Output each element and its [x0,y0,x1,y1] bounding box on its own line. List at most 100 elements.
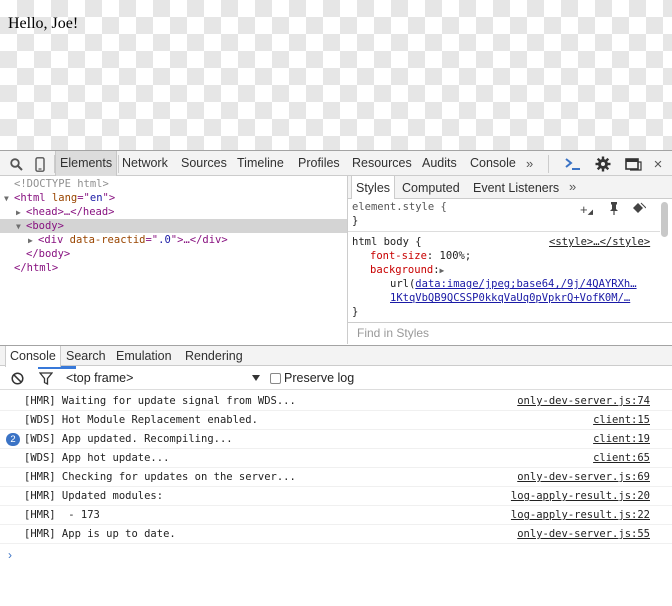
property-value: 100%; [433,250,472,262]
tag-text: "> [102,192,116,204]
console-message: 2 [WDS] App updated. Recompiling... client… [0,430,672,449]
dom-node-head[interactable]: ▶ <head>…</head> [0,205,347,219]
frame-selector[interactable]: <top frame> [66,366,133,390]
attr-name: lang [45,192,78,204]
console-message: [WDS] App hot update... client:65 [0,449,672,468]
tab-timeline[interactable]: Timeline [233,151,288,176]
expand-triangle-icon[interactable]: ▶ [28,234,38,248]
page-viewport: Hello, Joe! [0,0,672,150]
tab-resources[interactable]: Resources [348,151,416,176]
styles-scrollbar[interactable] [660,200,670,320]
console-source-link[interactable]: only-dev-server.js:69 [517,468,650,487]
style-property-font-size[interactable]: font-size: 100%; [370,249,471,263]
styles-tab-bar: Styles Computed Event Listeners » [348,176,672,199]
search-icon[interactable] [8,155,24,173]
expand-triangle-icon[interactable]: ▼ [16,220,26,234]
rule-source-link[interactable]: <style>…</style> [549,235,650,249]
console-source-link[interactable]: client:65 [593,449,650,468]
attr-value: .0 [158,234,171,246]
more-panels-button[interactable]: » [526,151,533,176]
chevron-down-icon[interactable] [252,375,260,381]
tag-text: <head>…</head> [26,206,115,218]
dom-node-body[interactable]: ▼ <body> [0,219,347,233]
scrollbar-thumb[interactable] [661,202,668,237]
drawer-tab-search[interactable]: Search [62,346,110,366]
console-message-text: [WDS] Hot Module Replacement enabled. [24,414,258,426]
console-message: [HMR] Waiting for update signal from WDS… [0,392,672,411]
dom-node-html[interactable]: ▼ <html lang="en"> [0,191,347,205]
tag-text: <html [14,192,46,204]
console-prompt[interactable]: › [8,548,12,562]
find-in-styles-input[interactable] [348,323,648,343]
dock-side-icon[interactable] [624,155,644,173]
dom-node-html-close[interactable]: </html> [0,261,347,275]
tag-text: =" [145,234,159,246]
console-source-link[interactable]: log-apply-result.js:20 [511,487,650,506]
property-name: background [370,264,434,276]
console-source-link[interactable]: only-dev-server.js:55 [517,525,650,544]
repeat-count-badge: 2 [6,433,20,446]
url-prefix: url( [390,278,416,290]
console-message: [HMR] Checking for updates on the server… [0,468,672,487]
dom-node-body-close[interactable]: </body> [0,247,347,261]
data-url-link[interactable]: data:image/jpeg;base64,/9j/4QAYRXh… [415,278,636,290]
console-message: [HMR] - 173 log-apply-result.js:22 [0,506,672,525]
style-property-background[interactable]: background:▶ [370,263,444,277]
tag-text: </body> [26,248,71,260]
console-source-link[interactable]: client:19 [593,430,650,449]
tab-audits[interactable]: Audits [418,151,461,176]
tab-network[interactable]: Network [118,151,172,176]
clear-console-icon[interactable] [9,370,25,386]
console-message-text: [HMR] Checking for updates on the server… [24,471,296,483]
tab-event-listeners[interactable]: Event Listeners [469,176,563,198]
filter-icon[interactable] [38,370,54,386]
dom-node-div[interactable]: ▶ <div data-reactid=".0">…</div> [0,233,347,247]
close-icon[interactable]: × [651,155,665,173]
drawer-tab-rendering[interactable]: Rendering [181,346,247,366]
console-source-link[interactable]: log-apply-result.js:22 [511,506,650,525]
tab-computed[interactable]: Computed [398,176,464,198]
tab-console[interactable]: Console [466,151,520,176]
expand-triangle-icon[interactable]: ▶ [16,206,26,220]
console-message: [WDS] Hot Module Replacement enabled. cli… [0,411,672,430]
element-style-selector: element.style { [352,201,447,213]
preserve-log-label: Preserve log [284,371,355,385]
elements-dom-tree: <!DOCTYPE html> ▼ <html lang="en"> ▶ <head… [0,176,348,369]
attr-value: en [89,192,103,204]
console-message: [HMR] App is up to date. only-dev-server.… [0,525,672,544]
toggle-element-state-icon[interactable] [632,202,647,217]
device-mode-icon[interactable] [32,155,48,173]
tab-styles[interactable]: Styles [351,176,396,199]
console-message-text: [HMR] App is up to date. [24,528,176,540]
devtools: Elements Network Sources Timeline Profil… [0,150,672,606]
gear-icon[interactable] [594,155,612,173]
rule-close-brace: } [352,306,359,318]
pin-icon[interactable] [609,202,619,218]
console-message-text: [WDS] App updated. Recompiling... [24,433,233,445]
drawer-tab-console[interactable]: Console [5,346,61,367]
console-source-link[interactable]: only-dev-server.js:74 [517,392,650,411]
tag-text: ">…</div> [170,234,228,246]
property-name: font-size [370,250,427,262]
rule-selector: html body { [352,236,422,248]
tab-sources[interactable]: Sources [177,151,231,176]
rule-close-brace: } [352,215,359,227]
rule-divider [348,231,660,232]
expand-triangle-icon[interactable]: ▶ [440,266,445,275]
tag-text: <body> [26,220,64,232]
show-console-icon[interactable] [563,155,583,173]
console-message: [HMR] Updated modules: log-apply-result.j… [0,487,672,506]
tag-text: <div [38,234,64,246]
console-message-text: [HMR] Updated modules: [24,490,164,502]
tab-profiles[interactable]: Profiles [294,151,344,176]
console-source-link[interactable]: client:15 [593,411,650,430]
drawer-tab-emulation[interactable]: Emulation [112,346,176,366]
dom-node-doctype[interactable]: <!DOCTYPE html> [0,177,347,191]
more-tabs-button[interactable]: » [569,176,576,198]
checkbox-box[interactable] [270,373,281,384]
preserve-log-checkbox[interactable]: Preserve log [270,366,354,390]
new-style-rule-icon[interactable]: +◢ [580,202,593,217]
expand-triangle-icon[interactable]: ▼ [4,192,14,206]
tab-elements[interactable]: Elements [55,151,118,176]
data-url-link-continued[interactable]: 1KtqVbQB9QCSSP0kkqVaUq0pVpkrQ+VofK0M/… [390,291,630,305]
